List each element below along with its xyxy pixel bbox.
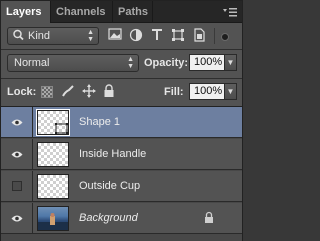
adjustment-filter-icon[interactable] bbox=[128, 28, 144, 44]
layer-thumbnail[interactable] bbox=[37, 142, 69, 167]
lock-all-icon[interactable] bbox=[103, 84, 115, 98]
lock-icon bbox=[205, 211, 213, 223]
layers-options: Kind ▲ ▼ Normal ▲ ▼ Opacity: 100% ▼ Lock… bbox=[1, 23, 242, 107]
layer-row[interactable]: Background bbox=[1, 203, 242, 234]
tab-paths[interactable]: Paths bbox=[113, 1, 153, 23]
opacity-dropdown-icon[interactable]: ▼ bbox=[225, 54, 237, 71]
blend-mode-value: Normal bbox=[14, 57, 50, 69]
layers-list: Shape 1 Inside Handle Outside Cup Backgr… bbox=[1, 107, 242, 241]
search-icon bbox=[12, 28, 26, 47]
layer-name: Shape 1 bbox=[79, 116, 120, 128]
tab-channels[interactable]: Channels bbox=[51, 1, 113, 23]
layers-panel: Layers Channels Paths Kind ▲ ▼ Normal ▲ … bbox=[0, 0, 243, 241]
layer-name: Inside Handle bbox=[79, 148, 147, 160]
layer-thumbnail[interactable] bbox=[37, 174, 69, 199]
image-filter-icon[interactable] bbox=[107, 28, 123, 44]
chevron-updown-icon: ▲ ▼ bbox=[127, 56, 134, 70]
hidden-eye-icon bbox=[12, 181, 22, 191]
type-filter-icon[interactable] bbox=[149, 28, 165, 44]
tab-layers[interactable]: Layers bbox=[1, 1, 51, 24]
opacity-input[interactable]: 100% bbox=[189, 54, 225, 71]
fill-label: Fill: bbox=[164, 86, 184, 98]
panel-menu-icon[interactable] bbox=[223, 7, 237, 17]
vector-mask-icon bbox=[55, 123, 68, 134]
lock-image-icon[interactable] bbox=[61, 84, 75, 98]
lock-transparent-icon[interactable] bbox=[41, 86, 53, 98]
visibility-toggle[interactable] bbox=[1, 107, 33, 138]
layer-row[interactable]: Inside Handle bbox=[1, 139, 242, 170]
smart-object-filter-icon[interactable] bbox=[191, 28, 207, 44]
visibility-toggle[interactable] bbox=[1, 139, 33, 170]
opacity-label: Opacity: bbox=[144, 57, 189, 69]
tab-bar: Layers Channels Paths bbox=[1, 1, 242, 24]
visibility-toggle[interactable] bbox=[1, 203, 33, 234]
divider bbox=[1, 78, 242, 79]
layer-row[interactable]: Outside Cup bbox=[1, 171, 242, 202]
visibility-toggle[interactable] bbox=[1, 171, 33, 202]
blend-mode-select[interactable]: Normal ▲ ▼ bbox=[7, 54, 139, 72]
lock-position-icon[interactable] bbox=[82, 84, 96, 98]
filter-kind-label: Kind bbox=[28, 30, 51, 42]
shape-filter-icon[interactable] bbox=[170, 28, 186, 44]
layer-thumbnail[interactable] bbox=[37, 206, 69, 231]
chevron-updown-icon: ▲ ▼ bbox=[87, 29, 94, 43]
fill-dropdown-icon[interactable]: ▼ bbox=[225, 83, 237, 100]
lock-label: Lock: bbox=[7, 86, 37, 98]
divider bbox=[1, 49, 242, 50]
eye-icon bbox=[11, 119, 23, 126]
layer-name: Outside Cup bbox=[79, 180, 141, 192]
layer-name: Background bbox=[79, 212, 138, 224]
eye-icon bbox=[11, 151, 23, 158]
layer-row[interactable]: Shape 1 bbox=[1, 107, 242, 138]
filter-kind-select[interactable]: Kind ▲ ▼ bbox=[7, 27, 99, 45]
filter-toggle-icon[interactable] bbox=[214, 28, 234, 44]
fill-input[interactable]: 100% bbox=[189, 83, 225, 100]
eye-icon bbox=[11, 215, 23, 222]
